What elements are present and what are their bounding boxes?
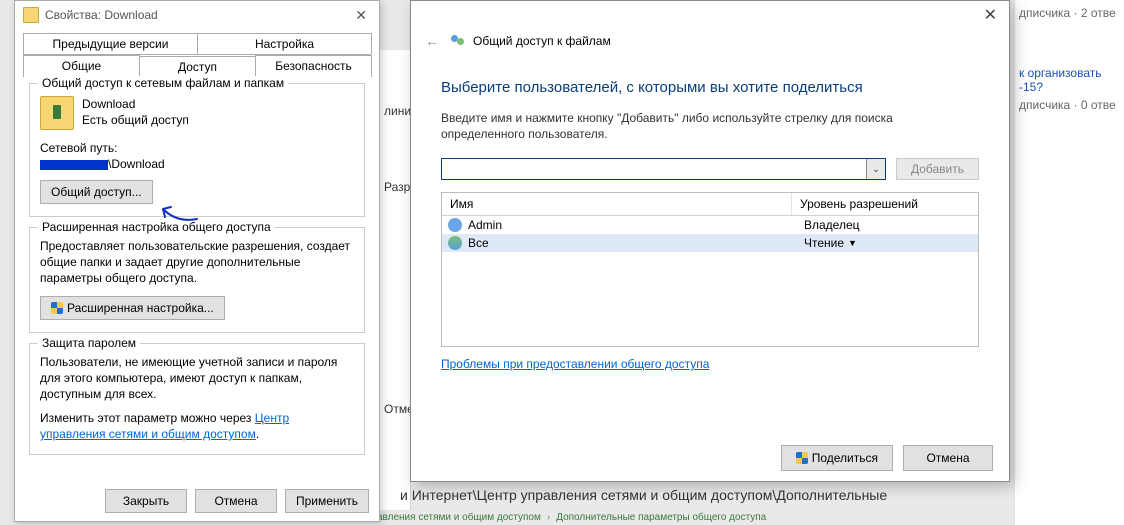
tab-general[interactable]: Общие bbox=[23, 55, 140, 77]
network-path-label: Сетевой путь: bbox=[40, 140, 354, 156]
network-path-value: \Download bbox=[40, 156, 354, 172]
breadcrumb-item[interactable]: Дополнительные параметры общего доступа bbox=[556, 512, 766, 523]
chevron-down-icon[interactable]: ⌄ bbox=[866, 159, 885, 179]
user-icon bbox=[448, 218, 462, 232]
share-button[interactable]: Общий доступ... bbox=[40, 180, 153, 204]
users-table: Имя Уровень разрешений AdminВладелецВсеЧ… bbox=[441, 192, 979, 347]
share-instructions: Введите имя и нажмите кнопку "Добавить" … bbox=[441, 110, 979, 142]
advanced-desc: Предоставляет пользовательские разрешени… bbox=[40, 238, 354, 286]
people-icon bbox=[451, 33, 467, 49]
cell-name: Все bbox=[468, 236, 804, 250]
right-sidebar-fragment: дписчика · 2 отве к организовать -15? дп… bbox=[1014, 0, 1124, 525]
bg-path-text: и Интернет\Центр управления сетями и общ… bbox=[400, 487, 887, 503]
share-heading: Выберите пользователей, с которыми вы хо… bbox=[441, 79, 979, 96]
col-permission[interactable]: Уровень разрешений bbox=[792, 193, 978, 215]
user-input[interactable] bbox=[442, 159, 866, 179]
properties-dialog: Свойства: Download ✕ Предыдущие версии Н… bbox=[14, 0, 380, 522]
share-submit-button[interactable]: Поделиться bbox=[781, 445, 893, 471]
tab-security[interactable]: Безопасность bbox=[255, 55, 372, 77]
advanced-sharing-button[interactable]: Расширенная настройка... bbox=[40, 296, 225, 320]
user-icon bbox=[448, 236, 462, 250]
redacted-hostname bbox=[40, 160, 108, 170]
table-row[interactable]: AdminВладелец bbox=[442, 216, 978, 234]
close-icon[interactable]: ✕ bbox=[351, 1, 371, 29]
tab-sharing[interactable]: Доступ bbox=[139, 56, 256, 78]
apply-button[interactable]: Применить bbox=[285, 489, 369, 513]
password-change-line: Изменить этот параметр можно через Центр… bbox=[40, 410, 354, 442]
folder-name: Download bbox=[82, 96, 189, 112]
shield-icon bbox=[796, 452, 808, 464]
properties-titlebar[interactable]: Свойства: Download ✕ bbox=[15, 1, 379, 29]
back-arrow-icon[interactable]: ← bbox=[425, 33, 439, 49]
cancel-button[interactable]: Отмена bbox=[195, 489, 277, 513]
file-sharing-title: Общий доступ к файлам bbox=[473, 34, 611, 48]
shield-icon bbox=[51, 302, 63, 314]
cell-permission: Владелец bbox=[804, 218, 972, 232]
file-sharing-dialog: ✕ ← Общий доступ к файлам Выберите польз… bbox=[410, 0, 1010, 482]
close-button[interactable]: Закрыть bbox=[105, 489, 187, 513]
group-advanced-title: Расширенная настройка общего доступа bbox=[38, 220, 275, 234]
properties-title-text: Свойства: Download bbox=[45, 1, 158, 29]
share-status: Есть общий доступ bbox=[82, 112, 189, 128]
group-advanced-sharing: Расширенная настройка общего доступа Пре… bbox=[29, 227, 365, 333]
close-icon[interactable]: ✕ bbox=[978, 5, 1003, 25]
tab-customize[interactable]: Настройка bbox=[197, 33, 372, 54]
properties-tabs: Предыдущие версии Настройка Общие Доступ… bbox=[15, 29, 379, 77]
group-network-sharing: Общий доступ к сетевым файлам и папкам D… bbox=[29, 83, 365, 217]
chevron-down-icon: ▼ bbox=[848, 238, 857, 248]
shared-folder-icon bbox=[40, 96, 74, 130]
share-cancel-button[interactable]: Отмена bbox=[903, 445, 993, 471]
cell-name: Admin bbox=[468, 218, 804, 232]
group-password-title: Защита паролем bbox=[38, 336, 140, 350]
password-desc: Пользователи, не имеющие учетной записи … bbox=[40, 354, 354, 402]
group-password-protection: Защита паролем Пользователи, не имеющие … bbox=[29, 343, 365, 455]
troubleshoot-link[interactable]: Проблемы при предоставлении общего досту… bbox=[441, 357, 709, 371]
group-network-title: Общий доступ к сетевым файлам и папкам bbox=[38, 76, 288, 90]
user-combobox[interactable]: ⌄ bbox=[441, 158, 886, 180]
folder-icon bbox=[23, 7, 39, 23]
col-name[interactable]: Имя bbox=[442, 193, 792, 215]
tab-previous-versions[interactable]: Предыдущие версии bbox=[23, 33, 198, 54]
add-button[interactable]: Добавить bbox=[896, 158, 979, 180]
table-row[interactable]: ВсеЧтение ▼ bbox=[442, 234, 978, 252]
cell-permission[interactable]: Чтение ▼ bbox=[804, 236, 972, 250]
